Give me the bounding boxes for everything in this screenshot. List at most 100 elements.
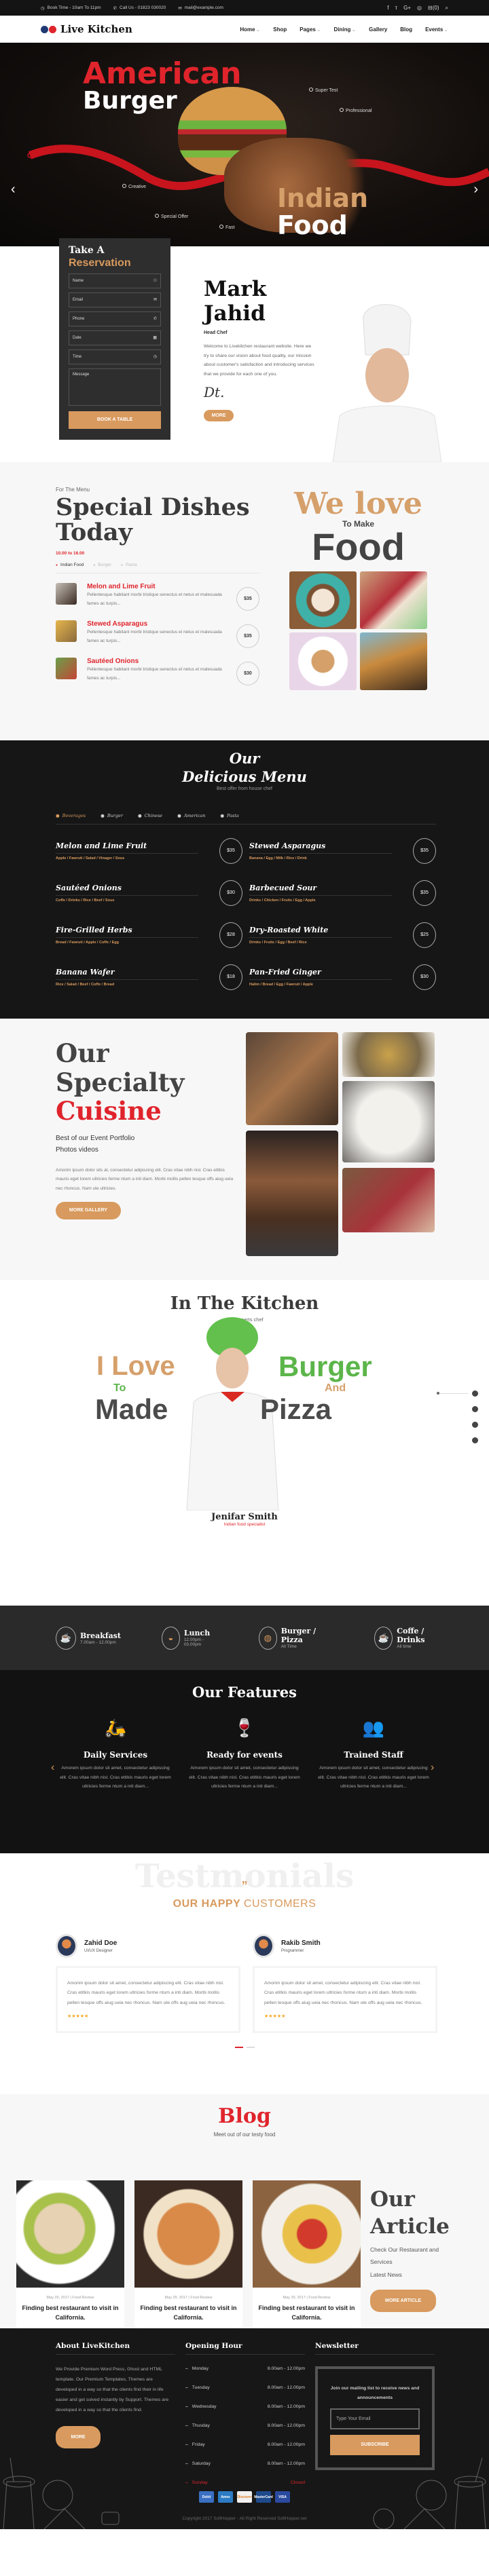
blog-card[interactable]: May 29, 2017 | Food Review Finding best r…: [16, 2180, 124, 2348]
blog-card[interactable]: May 29, 2017 | Food Review Finding best r…: [253, 2180, 361, 2348]
menu-item-name: Pan-Fried Ginger: [249, 968, 392, 980]
staff-icon: 👥: [362, 1718, 385, 1738]
menu-item[interactable]: Pan-Fried Ginger Halim / Bread / Egg / Fa…: [249, 956, 436, 998]
nav-item-home[interactable]: Home⌄: [240, 26, 260, 33]
facebook-icon[interactable]: f: [387, 5, 388, 12]
burger-fries-photo: [360, 632, 427, 691]
chef-thumbnail[interactable]: [472, 1390, 478, 1397]
reservation-form: Take A Reservation Name ⚇ Email ✉ Phone ✆ Date ▦…: [59, 238, 170, 440]
meal-hours-strip: ☕ Breakfast 7.00am - 12.00pm ◒ Lunch 12.00pm …: [0, 1606, 489, 1670]
more-article-button[interactable]: MORE ARTICLE: [370, 2289, 436, 2312]
gallery-photo-breakfast[interactable]: [342, 1081, 435, 1162]
meal-hour-coffe-drinks: ☕ Coffe / Drinks All time: [374, 1626, 448, 1650]
menu-item[interactable]: Fire-Grilled Herbs Bread / Fawruti / Appl…: [56, 914, 242, 956]
blog-image: [134, 2180, 242, 2288]
dish-item[interactable]: Melon and Lime Fruit Pellentesque habitan…: [56, 582, 259, 611]
gallery-photo-pizza[interactable]: [342, 1032, 435, 1077]
menu-tab-american[interactable]: American: [177, 813, 206, 818]
chef-thumbnail[interactable]: [472, 1422, 478, 1428]
menu-tab-chinese[interactable]: Chinese: [138, 813, 162, 818]
nav-item-gallery[interactable]: Gallery: [369, 26, 387, 33]
nav-item-shop[interactable]: Shop: [273, 26, 287, 33]
pagination-dot[interactable]: [234, 2047, 243, 2049]
footer-more-button[interactable]: MORE: [56, 2425, 101, 2448]
blog-card[interactable]: May 29, 2017 | Food Review Finding best r…: [134, 2180, 242, 2348]
dish-description: Pellentesque habitant morbi tristique se…: [87, 629, 222, 643]
dish-thumbnail: [56, 657, 77, 679]
newsletter-email-input[interactable]: Type Your Email: [330, 2408, 420, 2429]
menu-item[interactable]: Dry-Roasted White Drinks / Fruits / Egg /…: [249, 914, 436, 956]
testimonial-text: Amorim ipsum dolor sit amet, consectetur…: [264, 1981, 422, 2005]
menu-item[interactable]: Barbecued Sour Drinks / Chicken / Fruits …: [249, 872, 436, 914]
chef-thumbnail[interactable]: [472, 1406, 478, 1412]
cuisine-title: Our Specialty Cuisine: [56, 1038, 185, 1126]
menu-item[interactable]: Banana Wafer Rice / Salad / Beef / Coffe …: [56, 956, 242, 998]
name-input[interactable]: Name ⚇: [69, 273, 161, 288]
tab-pasta[interactable]: Pasta: [121, 563, 137, 567]
dish-description: Pellentesque habitant morbi tristique se…: [87, 592, 222, 606]
dish-item[interactable]: Sautéed Onions Pellentesque habitant morb…: [56, 657, 259, 685]
reservation-title: Take A Reservation: [69, 245, 131, 269]
feature-title: Daily Services: [83, 1750, 148, 1760]
subscribe-button[interactable]: SUBSCRIBE: [330, 2434, 420, 2455]
chevron-down-icon: ⌄: [351, 26, 357, 33]
slider-next-arrow[interactable]: ›: [473, 182, 478, 197]
menu-item[interactable]: Sautéed Onions Coffe / Drinks / Rice / Be…: [56, 872, 242, 914]
call-us[interactable]: ✆ Call Us - 01823 030020: [113, 5, 166, 11]
chef-role: Head Chef: [204, 330, 228, 335]
tab-indian-food[interactable]: Indian Food: [56, 563, 84, 567]
cart-button[interactable]: ⊟(0): [428, 5, 439, 12]
blog-title[interactable]: Finding best restaurant to visit in Cali…: [140, 2304, 237, 2328]
gallery-photo-burger[interactable]: [246, 1131, 338, 1256]
nav-item-blog[interactable]: Blog: [400, 26, 412, 33]
brand-logo[interactable]: Live Kitchen: [41, 23, 132, 35]
nav-item-dining[interactable]: Dining⌄: [334, 26, 357, 33]
features-next-arrow[interactable]: ›: [431, 1762, 434, 1774]
gallery-photo-grill[interactable]: [246, 1032, 338, 1125]
in-the-kitchen-section: In The Kitchen Our experts chef I Love T…: [0, 1280, 489, 1606]
chef-more-button[interactable]: MORE: [204, 410, 234, 422]
nav-item-events[interactable]: Events⌄: [425, 26, 448, 33]
menu-item[interactable]: Stewed Asparagus Banana / Egg / Milk / Ri…: [249, 830, 436, 872]
date-input[interactable]: Date ▦: [69, 330, 161, 345]
email-link[interactable]: ✉ mail@example.com: [178, 5, 223, 11]
menu-tab-pasta[interactable]: Pasta: [220, 813, 239, 818]
feature-body: Amorem ipsum dolor sit amet, consectetur…: [189, 1766, 300, 1789]
dish-price: $35: [236, 586, 259, 611]
google-plus-icon[interactable]: G+: [403, 5, 411, 12]
dish-item[interactable]: Stewed Asparagus Pellentesque habitant mo…: [56, 620, 259, 648]
menu-item-price: $30: [413, 964, 436, 990]
menu-item-ingredients: Rice / Salad / Beef / Coffe / Bread: [56, 982, 115, 987]
blog-title[interactable]: Finding best restaurant to visit in Cali…: [258, 2304, 355, 2328]
chef-thumbnail[interactable]: [472, 1437, 478, 1443]
phone-input[interactable]: Phone ✆: [69, 311, 161, 326]
book-table-button[interactable]: BOOK A TABLE: [69, 411, 161, 429]
dish-name: Sautéed Onions: [87, 657, 139, 665]
we-love-food-promo: We love To Make Food: [289, 489, 428, 691]
nav-item-pages[interactable]: Pages⌄: [300, 26, 321, 33]
menu-item[interactable]: Melon and Lime Fruit Apple / Fawruti / Sa…: [56, 830, 242, 872]
menu-tab-burger[interactable]: Burger: [101, 813, 123, 818]
message-textarea[interactable]: Message: [69, 368, 161, 406]
blog-image: [16, 2180, 124, 2288]
mastercard-card-icon: MasterCard: [254, 2491, 273, 2503]
instagram-icon[interactable]: ◎: [417, 5, 422, 12]
more-gallery-button[interactable]: MORE GALLERY: [56, 1201, 121, 1219]
features-prev-arrow[interactable]: ‹: [51, 1762, 54, 1774]
logo-icon: [41, 25, 56, 33]
gallery-photo-coffee[interactable]: [342, 1168, 435, 1232]
menu-item-price: $35: [413, 879, 436, 906]
blog-title[interactable]: Finding best restaurant to visit in Cali…: [22, 2304, 119, 2328]
blog-meta: May 29, 2017 | Food Review: [164, 2296, 213, 2300]
pagination-dot[interactable]: [246, 2047, 255, 2049]
dish-thumbnail: [56, 582, 77, 605]
twitter-icon[interactable]: ᴛ: [395, 5, 397, 12]
menu-tab-beverages[interactable]: Beverages: [56, 813, 86, 818]
customer-role: Programmer: [281, 1948, 304, 1953]
tab-burger[interactable]: Burger: [93, 563, 111, 567]
slider-prev-arrow[interactable]: ‹: [11, 182, 16, 197]
search-icon[interactable]: ⌕: [446, 5, 448, 12]
time-input[interactable]: Time ◷: [69, 349, 161, 364]
feature-title: Ready for events: [206, 1750, 283, 1760]
email-input[interactable]: Email ✉: [69, 292, 161, 307]
